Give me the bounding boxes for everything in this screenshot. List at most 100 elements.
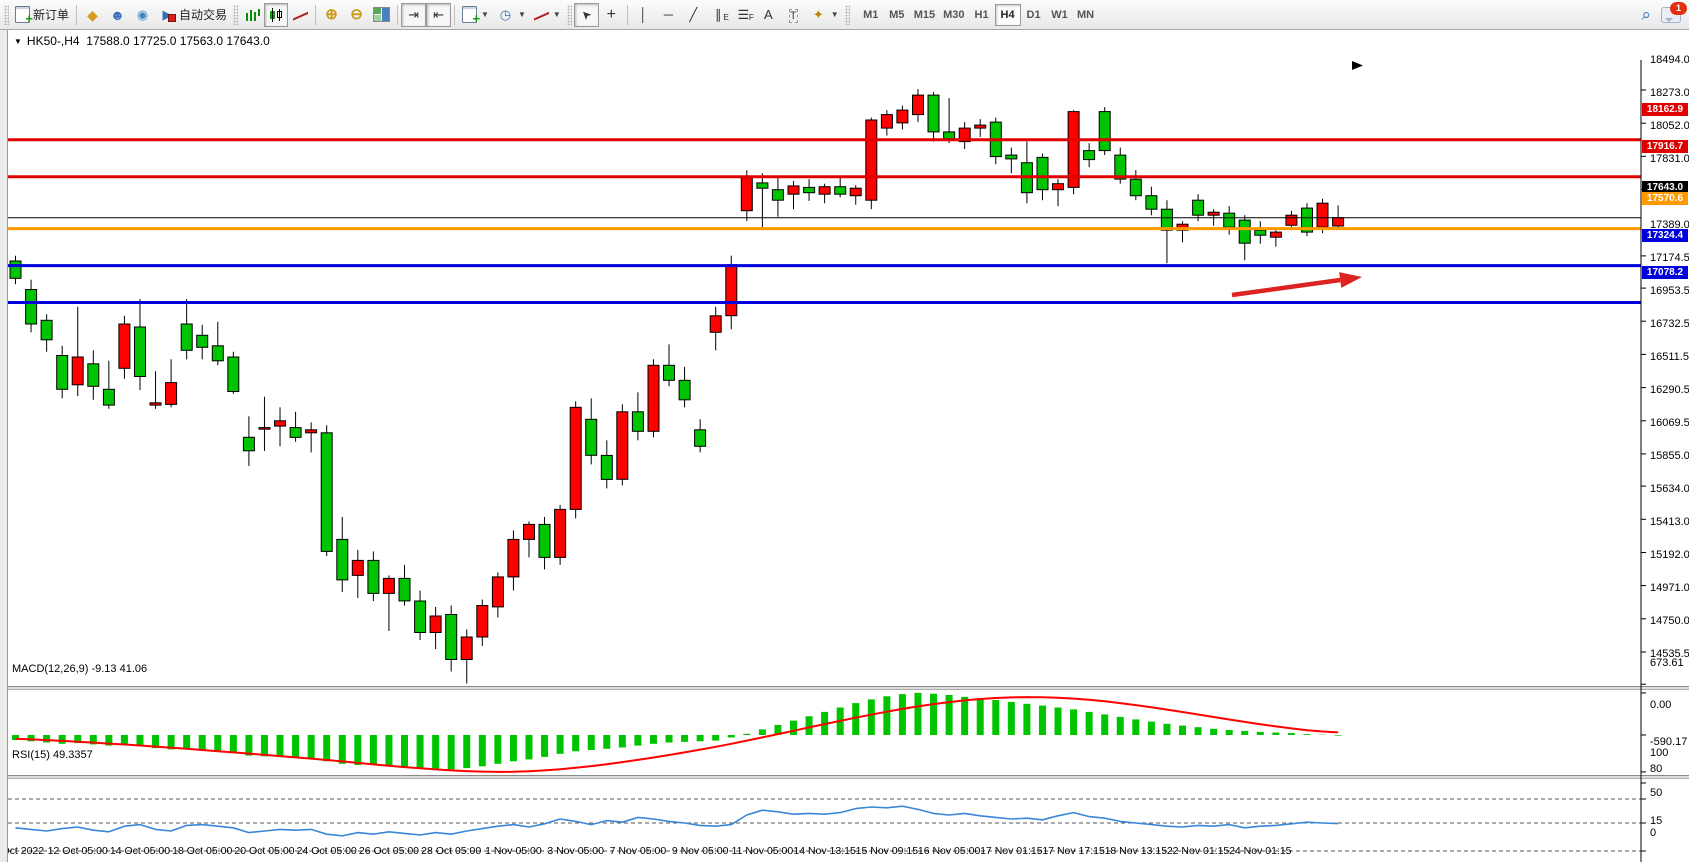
window-left-edge (0, 30, 8, 862)
timeframe-button-m1[interactable]: M1 (858, 4, 884, 26)
zoom-out-icon: ⊖ (348, 7, 365, 23)
price-level-flag: 17570.6 (1642, 192, 1688, 205)
horizontal-line-button[interactable]: ─ (656, 3, 681, 27)
market-watch-button[interactable]: ☻ (105, 3, 130, 27)
chart-title: ▼ HK50-,H4 17588.0 17725.0 17563.0 17643.… (14, 34, 270, 48)
date-label: 14 Oct 05:00 (110, 845, 170, 857)
line-chart-button[interactable] (288, 3, 312, 27)
tile-windows-button[interactable] (369, 3, 394, 27)
toolbar-separator (315, 5, 316, 25)
macd-scale-label: 0.00 (1650, 699, 1671, 711)
price-tick-label: 16732.5 (1650, 318, 1689, 330)
zoom-in-button[interactable]: ⊕ (319, 3, 344, 27)
notifications-icon[interactable]: 1 (1661, 7, 1681, 23)
quick-trade-button[interactable]: ◆ (80, 3, 105, 27)
symbol-period-label: HK50-,H4 (27, 34, 80, 48)
price-tick-label: 17174.5 (1650, 252, 1689, 264)
price-level-flag: 17078.2 (1642, 266, 1688, 279)
rsi-indicator-label: RSI(15) 49.3357 (12, 749, 93, 761)
price-tick-label: 17831.0 (1650, 153, 1689, 165)
date-label: 16 Nov 05:00 (918, 845, 980, 857)
toolbar-drag-handle[interactable] (4, 5, 9, 25)
rsi-scale-label: 50 (1650, 787, 1662, 799)
text-button[interactable]: A (756, 3, 781, 27)
price-tick-label: 15192.0 (1650, 549, 1689, 561)
cursor-button[interactable]: ➤ (574, 3, 599, 27)
search-icon[interactable]: ⌕ (1641, 5, 1651, 25)
crosshair-icon: + (603, 7, 620, 23)
timeframe-button-m5[interactable]: M5 (884, 4, 910, 26)
new-chart-button[interactable]: ▼ (458, 3, 493, 27)
date-label: 17 Nov 01:15 (980, 845, 1042, 857)
price-tick-label: 15413.0 (1650, 516, 1689, 528)
dropdown-arrow-icon: ▼ (518, 10, 526, 19)
tile-windows-icon (373, 7, 390, 22)
fibonacci-button[interactable]: ☰F (731, 3, 756, 27)
ohlc-values: 17588.0 17725.0 17563.0 17643.0 (86, 34, 270, 48)
timeframe-button-d1[interactable]: D1 (1021, 4, 1047, 26)
chart-shift-button[interactable]: ⇤ (426, 3, 451, 27)
timeframe-button-mn[interactable]: MN (1073, 4, 1099, 26)
bar-chart-button[interactable] (240, 3, 264, 27)
vertical-line-button[interactable]: │ (631, 3, 656, 27)
rsi-scale-label: 15 (1650, 815, 1662, 827)
new-order-button[interactable]: 新订单 (11, 3, 73, 27)
toolbar-drag-handle[interactable] (233, 5, 238, 25)
candlestick-chart-button[interactable] (264, 3, 288, 27)
signals-button[interactable]: ◉ (130, 3, 155, 27)
timeframe-button-h4[interactable]: H4 (995, 4, 1021, 26)
rsi-scale-label: 100 (1650, 747, 1668, 759)
autotrading-button[interactable]: ▶ 自动交易 (155, 3, 231, 27)
candlestick-icon (269, 8, 284, 22)
trendline-button[interactable]: ╱ (681, 3, 706, 27)
text-label-icon: T (789, 9, 798, 23)
macd-indicator-label: MACD(12,26,9) -9.13 41.06 (12, 663, 147, 675)
autotrading-icon: ▶ (159, 7, 176, 23)
channel-button[interactable]: ∥E (706, 3, 731, 27)
date-label: 11 Nov 05:00 (732, 845, 794, 857)
auto-scroll-icon: ⇥ (405, 7, 422, 23)
zoom-in-icon: ⊕ (323, 7, 340, 23)
clock-icon: ◷ (497, 7, 514, 23)
line-chart-icon (293, 8, 308, 21)
text-label-button[interactable]: T (781, 3, 806, 27)
crosshair-button[interactable]: + (599, 3, 624, 27)
date-label: 14 Nov 13:15 (793, 845, 855, 857)
date-label: 26 Oct 05:00 (359, 845, 419, 857)
price-tick-label: 18052.0 (1650, 120, 1689, 132)
chart-window[interactable]: 18494.018273.018052.017831.017389.017174… (0, 30, 1689, 862)
date-label: 24 Oct 05:00 (297, 845, 357, 857)
autotrading-label: 自动交易 (179, 6, 227, 23)
date-label: 17 Nov 17:15 (1042, 845, 1104, 857)
price-tick-label: 16953.5 (1650, 285, 1689, 297)
indicators-button[interactable]: ▼ (530, 3, 565, 27)
zoom-out-button[interactable]: ⊖ (344, 3, 369, 27)
price-tick-label: 16290.5 (1650, 384, 1689, 396)
auto-scroll-button[interactable]: ⇥ (401, 3, 426, 27)
dropdown-arrow-icon: ▼ (553, 10, 561, 19)
timeframe-toolbar: M1M5M15M30H1H4D1W1MN (858, 4, 1099, 26)
toolbar-drag-handle[interactable] (845, 5, 850, 25)
timeframe-button-h1[interactable]: H1 (969, 4, 995, 26)
rsi-scale-label: 80 (1650, 763, 1662, 775)
price-tick-label: 14971.0 (1650, 582, 1689, 594)
timeframe-button-w1[interactable]: W1 (1047, 4, 1073, 26)
date-label: 22 Nov 01:15 (1167, 845, 1229, 857)
chart-shift-icon: ⇤ (430, 7, 447, 23)
timeframe-button-m30[interactable]: M30 (939, 4, 968, 26)
timeframe-button-m15[interactable]: M15 (910, 4, 939, 26)
toolbar-separator (397, 5, 398, 25)
toolbar-separator (627, 5, 628, 25)
periods-button[interactable]: ◷▼ (493, 3, 530, 27)
toolbar-separator (76, 5, 77, 25)
horizontal-line-icon: ─ (660, 7, 677, 23)
price-tick-label: 18494.0 (1650, 54, 1689, 66)
bar-chart-icon (245, 8, 260, 21)
new-chart-icon (462, 6, 477, 23)
arrows-button[interactable]: ✦▼ (806, 3, 843, 27)
expand-ohlc-icon[interactable]: ▼ (14, 37, 22, 46)
toolbar-drag-handle[interactable] (567, 5, 572, 25)
text-tool-icon: A (760, 7, 777, 23)
price-tick-label: 16069.5 (1650, 417, 1689, 429)
dropdown-arrow-icon: ▼ (481, 10, 489, 19)
